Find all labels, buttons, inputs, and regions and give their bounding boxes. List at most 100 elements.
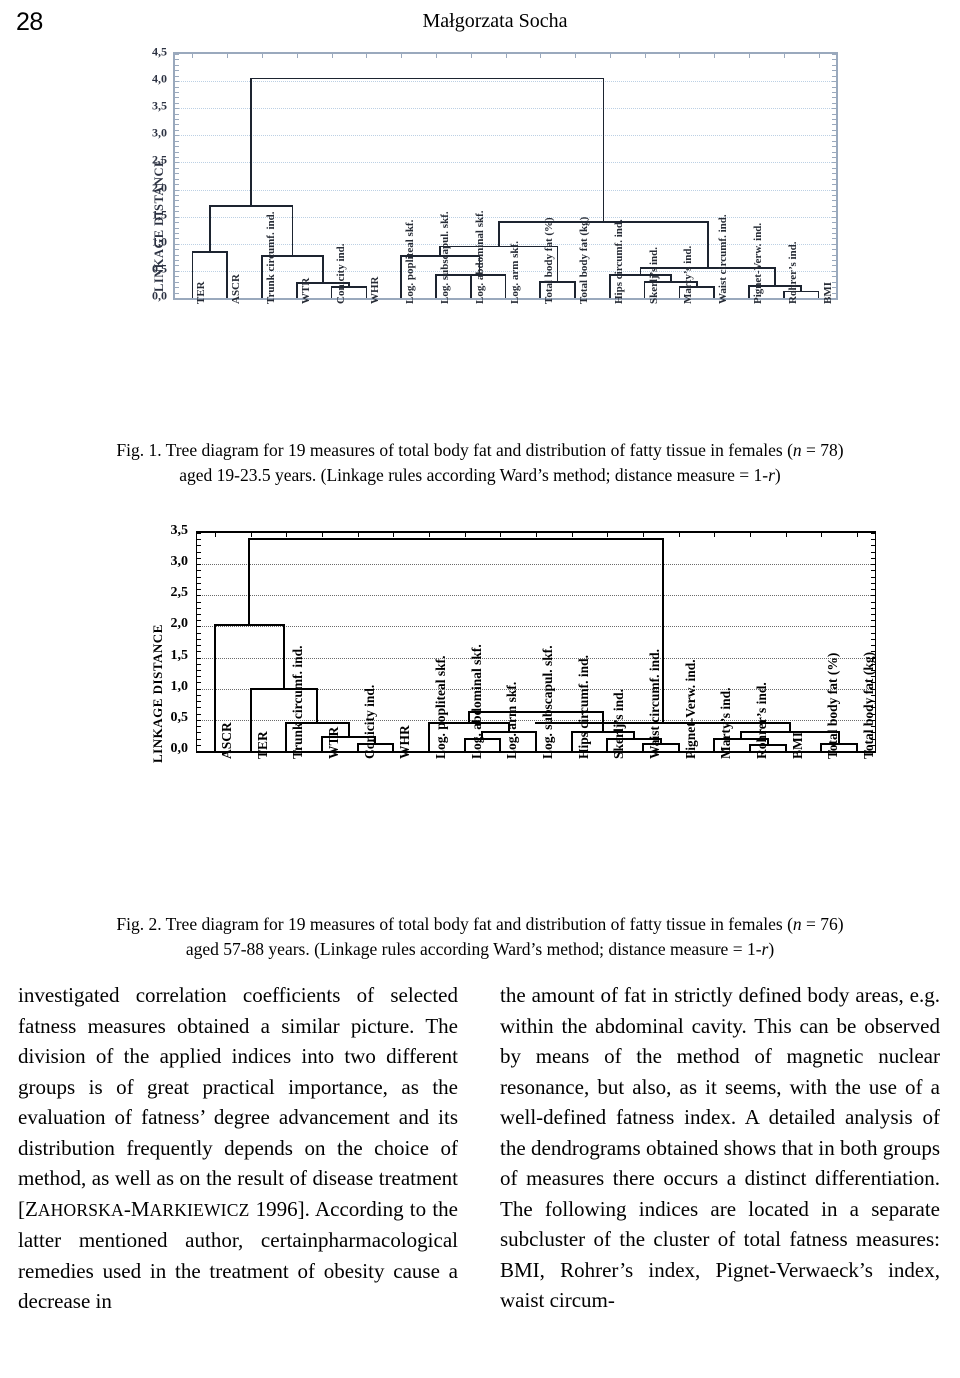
y-axis-tick bbox=[832, 113, 836, 115]
y-axis-tick bbox=[197, 613, 201, 615]
y-tick-label: 1,5 bbox=[170, 647, 189, 663]
dendrogram-link-vertical bbox=[191, 251, 194, 298]
y-axis-tick bbox=[197, 726, 201, 728]
x-axis-tick bbox=[401, 54, 403, 58]
y-axis-tick bbox=[197, 638, 201, 640]
y-axis-tick bbox=[197, 701, 201, 703]
y-axis-tick bbox=[197, 551, 201, 553]
gridline bbox=[175, 108, 836, 110]
gridline bbox=[197, 595, 875, 597]
dendrogram-link-vertical bbox=[535, 732, 537, 751]
y-axis-tick bbox=[832, 119, 836, 121]
leaf-label: Trunk circumf. ind. bbox=[290, 645, 306, 759]
x-axis-tick bbox=[643, 533, 645, 537]
y-axis-tick bbox=[871, 570, 875, 572]
dendrogram-link-vertical bbox=[208, 205, 211, 252]
leaf-label: Rohrer’s ind. bbox=[786, 241, 799, 304]
y-tick-label: 0,5 bbox=[170, 709, 189, 725]
y-axis-tick bbox=[175, 124, 179, 126]
dendrogram-link-vertical bbox=[800, 286, 802, 292]
y-axis-tick bbox=[175, 151, 179, 153]
y-axis-tick bbox=[197, 657, 201, 659]
x-axis-tick bbox=[286, 533, 288, 537]
y-axis-tick bbox=[175, 216, 179, 218]
y-axis-tick bbox=[175, 243, 179, 245]
gridline bbox=[175, 135, 836, 137]
y-axis-tick bbox=[197, 582, 201, 584]
dendrogram-link-vertical bbox=[320, 737, 323, 751]
x-axis-tick bbox=[571, 533, 573, 537]
x-axis-tick bbox=[678, 533, 680, 537]
dendrogram-link-vertical bbox=[633, 732, 636, 739]
y-axis-tick bbox=[175, 232, 179, 234]
x-axis-tick bbox=[714, 54, 716, 58]
leaf-label: Skerlj’s ind. bbox=[647, 246, 660, 304]
y-tick-label: 4,5 bbox=[152, 44, 167, 59]
leaf-label: TER bbox=[195, 281, 208, 304]
dendrogram-link-horizontal bbox=[250, 77, 605, 80]
y-axis-tick bbox=[832, 140, 836, 142]
y-axis-tick bbox=[197, 663, 201, 665]
dendrogram-link-vertical bbox=[643, 281, 646, 298]
leaf-label: Log. abdominal skf. bbox=[473, 210, 486, 304]
y-axis-tick bbox=[871, 620, 875, 622]
y-axis-tick bbox=[175, 157, 179, 159]
y-axis-tick bbox=[175, 205, 179, 207]
y-axis-tick bbox=[832, 151, 836, 153]
leaf-label: Log. abdominal skf. bbox=[468, 644, 484, 759]
dendrogram-link-vertical bbox=[365, 287, 368, 298]
y-axis-tick bbox=[832, 194, 836, 196]
y-axis-tick bbox=[871, 533, 875, 534]
dendrogram-link-vertical bbox=[498, 222, 500, 247]
y-axis-tick bbox=[175, 292, 179, 294]
y-axis-tick bbox=[175, 200, 179, 202]
x-axis-tick bbox=[435, 54, 437, 58]
y-axis-tick bbox=[175, 91, 179, 93]
figure-2-caption-text-2: aged 57-88 years. (Linkage rules accordi… bbox=[185, 939, 775, 959]
y-axis-tick bbox=[832, 64, 836, 66]
x-axis-tick bbox=[609, 54, 611, 58]
y-axis-tick bbox=[175, 102, 179, 104]
x-axis-tick bbox=[470, 54, 472, 58]
y-tick-label: 1,5 bbox=[152, 207, 167, 222]
y-axis-tick bbox=[197, 626, 201, 628]
gridline bbox=[175, 189, 836, 191]
y-axis-tick bbox=[197, 707, 201, 709]
y-axis-tick bbox=[175, 281, 179, 283]
dendrogram-link-vertical bbox=[504, 275, 507, 298]
leaf-label: Skerlj’s ind. bbox=[611, 688, 627, 759]
y-tick-label: 3,0 bbox=[170, 554, 189, 570]
y-axis-tick bbox=[175, 146, 179, 148]
figure-2-y-axis-label: LINKAGE DISTANCE bbox=[150, 624, 165, 763]
y-axis-tick bbox=[197, 545, 201, 547]
y-axis-tick bbox=[175, 178, 179, 180]
leaf-label: TER bbox=[254, 731, 270, 759]
dendrogram-link-vertical bbox=[463, 738, 466, 751]
y-tick-label: 0,0 bbox=[152, 288, 167, 303]
y-axis-tick bbox=[175, 64, 179, 66]
dendrogram-link-vertical bbox=[749, 744, 752, 751]
x-axis-tick bbox=[644, 54, 646, 58]
y-axis-tick bbox=[197, 589, 201, 591]
y-axis-tick bbox=[175, 97, 179, 99]
y-axis-tick bbox=[832, 167, 836, 169]
y-tick-label: 3,5 bbox=[152, 98, 167, 113]
y-axis-tick bbox=[175, 189, 179, 191]
dendrogram-link-vertical bbox=[213, 625, 216, 751]
y-axis-tick bbox=[832, 157, 836, 159]
dendrogram-link-vertical bbox=[677, 743, 680, 751]
gridline bbox=[197, 564, 875, 566]
leaf-label: Log. arm skf. bbox=[504, 681, 520, 759]
leaf-label: WHR bbox=[369, 276, 382, 305]
dendrogram-link-vertical bbox=[706, 222, 709, 269]
dendrogram-link-vertical bbox=[295, 282, 298, 298]
dendrogram-link-vertical bbox=[249, 688, 252, 751]
y-axis-tick bbox=[197, 576, 201, 578]
dendrogram-link-vertical bbox=[606, 738, 609, 751]
dendrogram-link-vertical bbox=[539, 281, 542, 298]
leaf-label: Total body fat (%) bbox=[543, 217, 556, 304]
x-axis-tick bbox=[785, 533, 787, 537]
x-axis-tick bbox=[714, 533, 716, 537]
y-axis-tick bbox=[197, 651, 201, 653]
dendrogram-link-vertical bbox=[817, 291, 820, 298]
